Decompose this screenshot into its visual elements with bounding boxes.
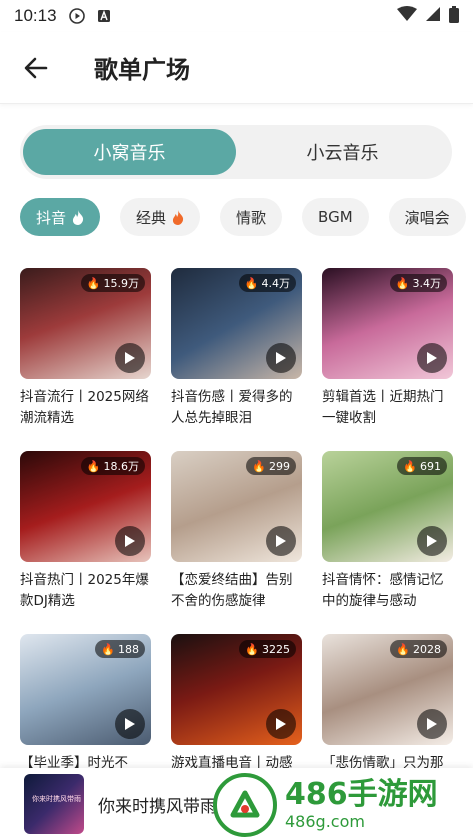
playlist-card[interactable]: 🔥 299 【恋爱终结曲】告别不舍的伤感旋律 (171, 451, 302, 612)
wifi-icon (397, 6, 417, 26)
flame-icon: 🔥 (403, 459, 417, 473)
chip-label: 抖音 (36, 208, 67, 227)
play-icon (125, 718, 135, 730)
play-button[interactable] (417, 709, 447, 739)
app-notification-icon (97, 9, 111, 23)
playlist-title: 【恋爱终结曲】告别不舍的伤感旋律 (171, 572, 293, 609)
chip-classic[interactable]: 经典 (120, 198, 201, 236)
segment-xiaoyun-music[interactable]: 小云音乐 (236, 129, 449, 175)
source-segmented-control: 小窝音乐 小云音乐 (20, 125, 452, 179)
watermark-logo-icon (213, 773, 277, 837)
media-play-status-icon (68, 8, 85, 24)
play-count-badge: 🔥 15.9万 (80, 274, 145, 292)
cell-signal-icon (425, 6, 441, 26)
flame-icon: 🔥 (245, 642, 259, 656)
back-button[interactable] (14, 46, 58, 90)
segment-xiaowo-music[interactable]: 小窝音乐 (23, 129, 236, 175)
playlist-cover[interactable]: 🔥 2028 (322, 634, 453, 745)
playlist-cover[interactable]: 🔥 4.4万 (171, 268, 302, 379)
playlist-cover[interactable]: 🔥 15.9万 (20, 268, 151, 379)
play-count-badge: 🔥 18.6万 (80, 457, 145, 475)
play-icon (276, 718, 286, 730)
playlist-card[interactable]: 🔥 3.4万 剪辑首选丨近期热门一键收割 (322, 268, 453, 429)
playlist-title: 抖音伤感丨爱得多的人总先掉眼泪 (171, 389, 293, 426)
flame-icon (72, 209, 84, 225)
page-title: 歌单广场 (94, 56, 190, 84)
chip-concert[interactable]: 演唱会 (388, 198, 466, 236)
play-button[interactable] (417, 526, 447, 556)
play-icon (276, 535, 286, 547)
flame-icon: 🔥 (86, 276, 101, 290)
arrow-left-icon (24, 57, 48, 78)
status-bar: 10:13 (0, 0, 473, 32)
play-button[interactable] (417, 343, 447, 373)
play-icon (125, 535, 135, 547)
chip-bgm[interactable]: BGM (302, 198, 369, 236)
chip-label: 经典 (136, 208, 167, 227)
status-time: 10:13 (14, 6, 57, 25)
playlist-cover[interactable]: 🔥 299 (171, 451, 302, 562)
playlist-cover[interactable]: 🔥 691 (322, 451, 453, 562)
play-icon (427, 718, 437, 730)
playlist-card[interactable]: 🔥 4.4万 抖音伤感丨爱得多的人总先掉眼泪 (171, 268, 302, 429)
play-count-badge: 🔥 188 (95, 640, 145, 658)
play-count-badge: 🔥 3225 (239, 640, 296, 658)
flame-icon: 🔥 (101, 642, 115, 656)
chip-label: BGM (318, 208, 353, 226)
play-count-badge: 🔥 691 (397, 457, 447, 475)
chip-label: 情歌 (236, 208, 267, 227)
category-chips: 抖音 经典 情歌 BGM 演唱会 (20, 198, 473, 236)
play-count-badge: 🔥 3.4万 (389, 274, 447, 292)
chip-douyin[interactable]: 抖音 (20, 198, 101, 236)
play-icon (125, 352, 135, 364)
playlist-title: 抖音热门丨2025年爆款DJ精选 (20, 572, 149, 609)
top-app-bar: 歌单广场 (0, 32, 473, 104)
playlist-card[interactable]: 🔥 15.9万 抖音流行丨2025网络潮流精选 (20, 268, 151, 429)
flame-icon: 🔥 (396, 642, 410, 656)
playlist-title: 抖音流行丨2025网络潮流精选 (20, 389, 149, 426)
play-button[interactable] (115, 343, 145, 373)
playlist-title: 剪辑首选丨近期热门一键收割 (322, 389, 444, 426)
playlist-cover[interactable]: 🔥 3225 (171, 634, 302, 745)
play-count-badge: 🔥 299 (246, 457, 296, 475)
play-button[interactable] (266, 526, 296, 556)
play-icon (427, 352, 437, 364)
play-icon (427, 535, 437, 547)
play-button[interactable] (266, 709, 296, 739)
play-button[interactable] (115, 709, 145, 739)
flame-icon: 🔥 (244, 276, 259, 290)
chip-love-songs[interactable]: 情歌 (220, 198, 283, 236)
now-playing-cover[interactable]: 你来时携风带雨 (24, 774, 84, 834)
playlist-cover[interactable]: 🔥 3.4万 (322, 268, 453, 379)
playlist-card[interactable]: 🔥 691 抖音情怀：感情记忆中的旋律与感动 (322, 451, 453, 612)
playlist-cover[interactable]: 🔥 188 (20, 634, 151, 745)
playlist-cover[interactable]: 🔥 18.6万 (20, 451, 151, 562)
play-count-badge: 🔥 4.4万 (238, 274, 296, 292)
flame-icon: 🔥 (395, 276, 410, 290)
playlist-title: 抖音情怀：感情记忆中的旋律与感动 (322, 572, 444, 609)
watermark-title: 486手游网 (285, 777, 438, 812)
play-icon (276, 352, 286, 364)
playlist-card[interactable]: 🔥 18.6万 抖音热门丨2025年爆款DJ精选 (20, 451, 151, 612)
play-button[interactable] (115, 526, 145, 556)
site-watermark: 486手游网 486g.com (213, 770, 473, 840)
watermark-url: 486g.com (285, 812, 365, 831)
flame-icon: 🔥 (252, 459, 266, 473)
play-button[interactable] (266, 343, 296, 373)
flame-icon: 🔥 (86, 459, 101, 473)
chip-label: 演唱会 (404, 208, 450, 227)
battery-icon (449, 5, 459, 27)
cover-text: 你来时携风带雨 (32, 795, 81, 803)
flame-icon (172, 209, 184, 225)
now-playing-title: 你来时携风带雨 (98, 796, 217, 817)
play-count-badge: 🔥 2028 (390, 640, 447, 658)
